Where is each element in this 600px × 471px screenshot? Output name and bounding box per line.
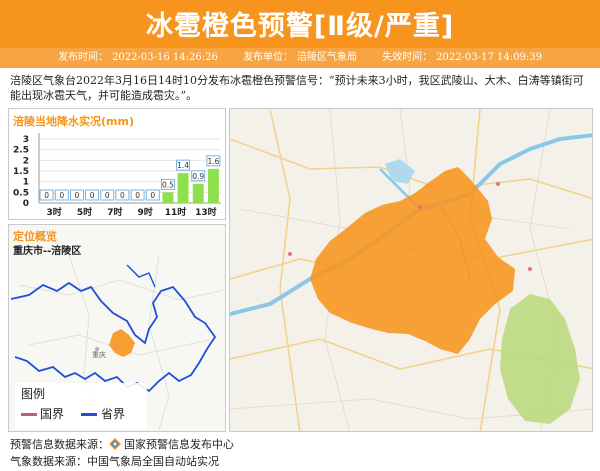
chongqing-label: 重庆: [92, 350, 106, 359]
rain-bar: [192, 183, 204, 203]
y-tick-label: 2.5: [13, 146, 29, 156]
province-border-swatch: [81, 413, 97, 416]
warning-area-map[interactable]: [229, 108, 593, 432]
issue-time: 2022-03-16 14:26:26: [112, 52, 218, 63]
value-label: 0: [135, 191, 140, 200]
value-label: 0.5: [162, 180, 174, 189]
value-label: 0: [120, 191, 125, 200]
warning-area-map-canvas: [230, 109, 592, 431]
expire-label: 失效时间：: [382, 52, 433, 63]
y-tick-label: 1.5: [13, 167, 29, 177]
warning-header: 冰雹橙色预警[Ⅱ级/严重]: [0, 0, 600, 48]
legend-title: 图例: [21, 387, 46, 401]
value-label: 1.4: [177, 161, 189, 170]
value-label: 0: [150, 191, 155, 200]
weather-source-label: 气象数据来源：: [10, 455, 87, 468]
location-panel: 重庆 定位概览 重庆市--涪陵区 图例 国界 省界: [8, 224, 226, 432]
x-tick-label: 3时: [47, 206, 62, 218]
y-tick-label: 3: [23, 135, 29, 145]
value-label: 0: [59, 191, 64, 200]
y-tick-label: 2: [23, 156, 29, 166]
x-tick-label: 9时: [138, 206, 153, 218]
issue-time-label: 发布时间：: [58, 52, 109, 63]
rain-bar: [177, 173, 189, 203]
map-legend: 图例 国界 省界: [15, 383, 147, 429]
legend-national-border: 国界: [40, 407, 65, 421]
national-border-swatch: [21, 413, 37, 416]
rain-bar: [207, 168, 219, 203]
issuing-unit: 涪陵区气象局: [297, 52, 357, 63]
expire-time: 2022-03-17 14:09:39: [436, 52, 542, 63]
weather-source-line: 气象数据来源：中国气象局全国自动站实况: [10, 453, 219, 469]
legend-province-border: 省界: [101, 407, 126, 421]
value-label: 0: [44, 191, 49, 200]
y-tick-label: 0: [23, 199, 29, 209]
warning-source-label: 预警信息数据来源：: [10, 438, 109, 451]
unit-label: 发布单位：: [243, 52, 293, 63]
weather-source: 中国气象局全国自动站实况: [87, 455, 219, 468]
value-label: 0.9: [192, 172, 204, 181]
warning-center-logo-icon: [109, 438, 121, 450]
x-tick-label: 11时: [165, 206, 187, 218]
value-label: 1.6: [207, 157, 219, 166]
x-tick-label: 13时: [195, 206, 217, 218]
warning-description: 涪陵区气象台2022年3月16日14时10分发布冰雹橙色预警信号：“预计未来3小…: [10, 74, 584, 102]
value-label: 0: [75, 191, 80, 200]
rainfall-panel-title: 涪陵当地降水实况(mm): [13, 115, 134, 128]
warning-source: 国家预警信息发布中心: [124, 438, 234, 451]
y-tick-label: 1: [23, 178, 29, 188]
y-tick-label: 0.5: [13, 188, 29, 198]
rainfall-panel: 0 0.5 1 1.5 2 2.5 3 0 3时 0 0 5时 0 0 7时 0 0 9时 0 0.5 11时 1.4 0.…: [8, 108, 226, 220]
x-tick-label: 7时: [107, 206, 122, 218]
warning-source-line: 预警信息数据来源： 国家预警信息发布中心: [10, 436, 234, 452]
rain-bar: [162, 192, 174, 203]
warning-title: 冰雹橙色预警[Ⅱ级/严重]: [145, 11, 455, 42]
x-tick-label: 5时: [77, 206, 92, 218]
value-label: 0: [105, 191, 110, 200]
location-subtitle: 重庆市--涪陵区: [13, 246, 82, 257]
warning-meta-bar: 发布时间： 2022-03-16 14:26:26 发布单位： 涪陵区气象局 失效时…: [0, 48, 600, 68]
value-label: 0: [90, 191, 95, 200]
